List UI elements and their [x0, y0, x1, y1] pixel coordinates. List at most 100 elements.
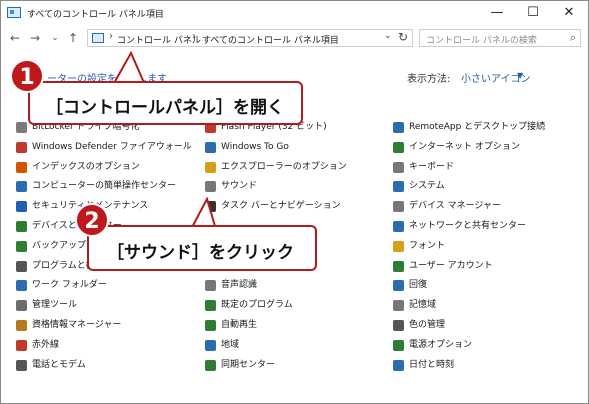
callout-box-1: ［コントロールパネル］を開く: [28, 81, 303, 125]
item-label: 音声認識: [221, 280, 258, 291]
item-icon: [393, 260, 404, 272]
item-label: Windows To Go: [221, 141, 289, 152]
refresh-icon[interactable]: ↻: [398, 30, 408, 44]
control-panel-window: すべてのコントロール パネル項目 — ☐ ✕ ← → ⌄ ↑ › コントロール …: [0, 0, 589, 404]
item-icon: [393, 201, 404, 213]
item-icon: [16, 181, 27, 193]
control-panel-item[interactable]: 記憶域: [393, 296, 583, 316]
item-label: インターネット オプション: [409, 141, 520, 152]
item-icon: [16, 319, 27, 331]
item-label: 記憶域: [409, 300, 437, 311]
item-label: サウンド: [221, 181, 258, 192]
control-panel-item[interactable]: Windows To Go: [205, 138, 385, 158]
item-icon: [16, 201, 27, 213]
address-bar[interactable]: › コントロール パネル › すべてのコントロール パネル項目 ⌄ ↻: [87, 29, 413, 47]
step-badge-1: 1: [10, 59, 44, 93]
control-panel-item[interactable]: 色の管理: [393, 316, 583, 336]
callout-box-2: ［サウンド］をクリック: [87, 225, 317, 271]
forward-arrow-icon[interactable]: →: [27, 29, 43, 47]
control-panel-item[interactable]: 音声認識: [205, 276, 385, 296]
control-panel-icon: [7, 7, 21, 18]
control-panel-item[interactable]: サウンド: [205, 177, 385, 197]
control-panel-item[interactable]: 自動再生: [205, 316, 385, 336]
item-icon: [205, 181, 216, 193]
item-icon: [393, 220, 404, 232]
control-panel-item[interactable]: 日付と時刻: [393, 356, 583, 376]
item-icon: [16, 161, 27, 173]
control-panel-item[interactable]: 既定のプログラム: [205, 296, 385, 316]
item-icon: [16, 141, 27, 153]
control-panel-item[interactable]: 管理ツール: [16, 296, 196, 316]
item-label: タスク バーとナビゲーション: [221, 201, 341, 212]
control-panel-item[interactable]: コンピューターの簡単操作センター: [16, 177, 196, 197]
item-label: インデックスのオプション: [32, 161, 140, 172]
control-panel-item[interactable]: 電話とモデム: [16, 356, 196, 376]
control-panel-item[interactable]: 同期センター: [205, 356, 385, 376]
item-icon: [16, 260, 27, 272]
item-icon: [16, 220, 27, 232]
title-bar: すべてのコントロール パネル項目 — ☐ ✕: [1, 1, 588, 25]
item-label: 管理ツール: [32, 300, 78, 311]
control-panel-item[interactable]: ワーク フォルダー: [16, 276, 196, 296]
item-icon: [205, 280, 216, 292]
recent-locations-icon[interactable]: ⌄: [47, 29, 63, 47]
item-label: 地域: [221, 339, 240, 350]
item-icon: [205, 359, 216, 371]
item-label: 同期センター: [221, 359, 276, 370]
item-icon: [205, 141, 216, 153]
control-panel-icon: [92, 33, 104, 43]
item-icon: [393, 181, 404, 193]
control-panel-item[interactable]: エクスプローラーのオプション: [205, 158, 385, 178]
control-panel-item[interactable]: 地域: [205, 336, 385, 356]
control-panel-item[interactable]: 赤外線: [16, 336, 196, 356]
breadcrumb-separator-icon[interactable]: ›: [192, 31, 196, 42]
item-icon: [393, 141, 404, 153]
callout-text-1: ［コントロールパネル］を開く: [46, 98, 284, 118]
window-title: すべてのコントロール パネル項目: [27, 10, 164, 20]
control-panel-item[interactable]: タスク バーとナビゲーション: [205, 197, 385, 217]
breadcrumb-all-items[interactable]: すべてのコントロール パネル項目: [202, 33, 339, 46]
control-panel-item[interactable]: 電源オプション: [393, 336, 583, 356]
close-button[interactable]: ✕: [551, 1, 587, 25]
item-label: 電源オプション: [409, 339, 473, 350]
minimize-button[interactable]: —: [479, 1, 515, 25]
item-icon: [16, 280, 27, 292]
breadcrumb-control-panel[interactable]: コントロール パネル: [117, 33, 201, 46]
control-panel-item[interactable]: 回復: [393, 276, 583, 296]
control-panel-item[interactable]: RemoteApp とデスクトップ接続: [393, 118, 583, 138]
control-panel-item[interactable]: インデックスのオプション: [16, 158, 196, 178]
item-icon: [16, 122, 27, 133]
item-label: RemoteApp とデスクトップ接続: [409, 122, 546, 132]
control-panel-item[interactable]: ネットワークと共有センター: [393, 217, 583, 237]
item-label: 赤外線: [32, 339, 60, 350]
control-panel-item[interactable]: キーボード: [393, 158, 583, 178]
up-arrow-icon[interactable]: ↑: [65, 29, 81, 47]
item-label: ネットワークと共有センター: [409, 220, 527, 231]
back-arrow-icon[interactable]: ←: [7, 29, 23, 47]
item-icon: [16, 359, 27, 371]
control-panel-item[interactable]: フォント: [393, 237, 583, 257]
item-label: 回復: [409, 280, 428, 291]
search-input[interactable]: コントロール パネルの検索 ⌕: [419, 29, 581, 47]
control-panel-item[interactable]: Windows Defender ファイアウォール: [16, 138, 196, 158]
control-panel-item[interactable]: 資格情報マネージャー: [16, 316, 196, 336]
control-panel-item[interactable]: ユーザー アカウント: [393, 257, 583, 277]
chevron-down-icon[interactable]: ⌄: [384, 31, 392, 41]
item-icon: [205, 339, 216, 351]
item-label: Windows Defender ファイアウォール: [32, 141, 192, 152]
control-panel-item[interactable]: インターネット オプション: [393, 138, 583, 158]
items-column-right: RemoteApp とデスクトップ接続 インターネット オプションキーボード システ…: [393, 118, 583, 375]
step-badge-2: 2: [75, 203, 109, 237]
item-icon: [393, 300, 404, 312]
item-icon: [393, 319, 404, 331]
maximize-button[interactable]: ☐: [515, 1, 551, 25]
item-label: 色の管理: [409, 319, 446, 330]
item-icon: [393, 240, 404, 252]
search-icon[interactable]: ⌕: [570, 31, 576, 45]
item-label: 日付と時刻: [409, 359, 455, 370]
control-panel-item[interactable]: デバイス マネージャー: [393, 197, 583, 217]
item-icon: [205, 319, 216, 331]
chevron-down-icon[interactable]: ▼: [517, 71, 523, 80]
control-panel-item[interactable]: システム: [393, 177, 583, 197]
item-icon: [393, 359, 404, 371]
